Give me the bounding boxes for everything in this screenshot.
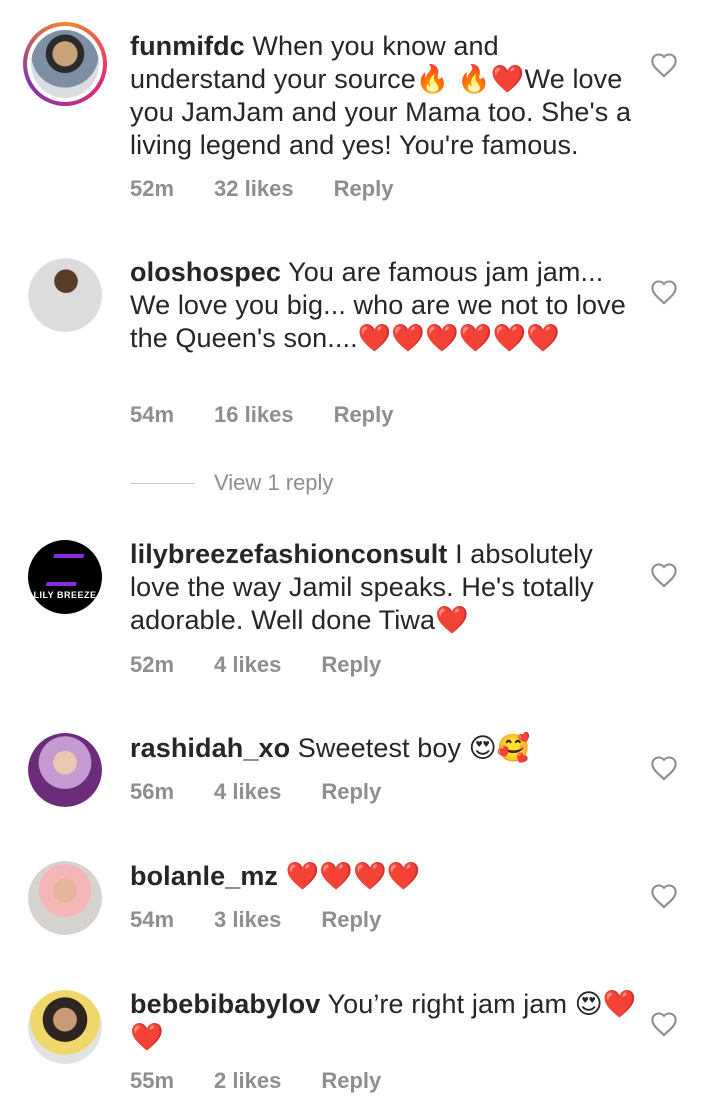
view-replies-button[interactable]: View 1 reply [130, 470, 333, 496]
reply-button[interactable]: Reply [321, 1068, 381, 1094]
comment-text: ❤️❤️❤️❤️ [285, 861, 421, 891]
comment-time: 54m [130, 402, 175, 427]
like-heart-icon[interactable] [650, 755, 678, 781]
like-count[interactable]: 32 likes [214, 176, 294, 202]
like-heart-icon[interactable] [650, 52, 678, 78]
comment-time: 56m [130, 779, 175, 804]
username[interactable]: lilybreezefashionconsult [130, 539, 447, 569]
username[interactable]: bebebibabylov [130, 989, 320, 1019]
username[interactable]: rashidah_xo [130, 733, 290, 763]
like-count[interactable]: 16 likes [214, 402, 294, 428]
like-heart-icon[interactable] [650, 1011, 678, 1037]
like-heart-icon[interactable] [650, 562, 678, 588]
reply-button[interactable]: Reply [321, 652, 381, 678]
like-heart-icon[interactable] [650, 883, 678, 909]
logo-icon [45, 554, 85, 586]
reply-button[interactable]: Reply [334, 176, 394, 202]
view-replies-label: View 1 reply [214, 470, 334, 495]
avatar[interactable] [28, 861, 102, 935]
comment-time: 52m [130, 652, 175, 677]
username[interactable]: bolanle_mz [130, 861, 278, 891]
avatar[interactable] [28, 990, 102, 1064]
comment-time: 54m [130, 907, 175, 932]
like-heart-icon[interactable] [650, 279, 678, 305]
avatar[interactable] [28, 258, 102, 332]
comment-text: Sweetest boy 😍🥰 [297, 733, 531, 763]
like-count[interactable]: 4 likes [214, 779, 281, 805]
divider [130, 482, 194, 484]
logo-text: LILY BREEZE [33, 590, 97, 600]
avatar[interactable] [28, 733, 102, 807]
reply-button[interactable]: Reply [321, 907, 381, 933]
comment-time: 52m [130, 176, 175, 201]
username[interactable]: funmifdc [130, 31, 245, 61]
like-count[interactable]: 4 likes [214, 652, 281, 678]
reply-button[interactable]: Reply [334, 402, 394, 428]
avatar[interactable]: LILY BREEZE [28, 540, 102, 614]
comment-time: 55m [130, 1068, 175, 1093]
avatar[interactable] [23, 22, 107, 106]
reply-button[interactable]: Reply [321, 779, 381, 805]
username[interactable]: oloshospec [130, 257, 281, 287]
like-count[interactable]: 3 likes [214, 907, 281, 933]
like-count[interactable]: 2 likes [214, 1068, 281, 1094]
